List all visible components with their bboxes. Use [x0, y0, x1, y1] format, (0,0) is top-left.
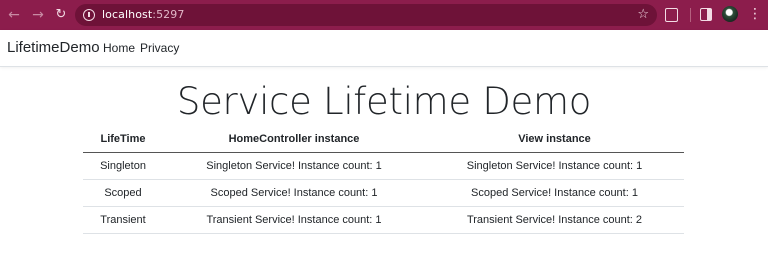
- url-host: localhost: [102, 8, 153, 21]
- side-panel-icon[interactable]: [700, 8, 712, 21]
- address-bar[interactable]: localhost:5297 ☆: [75, 4, 657, 26]
- view-instance-cell: Transient Service! Instance count: 2: [425, 206, 684, 234]
- table-row: Transient Transient Service! Instance co…: [83, 206, 684, 234]
- page-title: Service Lifetime Demo: [176, 80, 592, 123]
- table-header-row: LifeTime HomeController instance View in…: [83, 126, 684, 153]
- controller-instance-cell: Singleton Service! Instance count: 1: [163, 152, 425, 180]
- back-arrow-icon[interactable]: ←: [6, 7, 22, 23]
- bookmark-star-icon[interactable]: ☆: [637, 7, 649, 22]
- brand-link[interactable]: LifetimeDemo: [7, 39, 100, 56]
- url-port: :5297: [152, 8, 185, 21]
- column-header-controller-instance: HomeController instance: [163, 126, 425, 153]
- controller-instance-cell: Scoped Service! Instance count: 1: [163, 179, 425, 207]
- toolbar-divider: [690, 8, 691, 22]
- reload-icon[interactable]: ↻: [53, 7, 69, 23]
- view-instance-cell: Singleton Service! Instance count: 1: [425, 152, 684, 180]
- nav-home-link[interactable]: Home: [103, 41, 135, 55]
- lifetime-table: LifeTime HomeController instance View in…: [83, 126, 684, 234]
- forward-arrow-icon[interactable]: →: [30, 7, 46, 23]
- extensions-icon[interactable]: [665, 8, 678, 22]
- lifetime-cell: Scoped: [83, 179, 163, 207]
- table-row: Scoped Scoped Service! Instance count: 1…: [83, 179, 684, 207]
- column-header-lifetime: LifeTime: [83, 126, 163, 153]
- app-navbar: LifetimeDemo Home Privacy: [0, 30, 768, 67]
- column-header-view-instance: View instance: [425, 126, 684, 153]
- table-row: Singleton Singleton Service! Instance co…: [83, 152, 684, 180]
- site-info-icon[interactable]: [83, 9, 95, 21]
- controller-instance-cell: Transient Service! Instance count: 1: [163, 206, 425, 234]
- profile-avatar[interactable]: [722, 6, 738, 22]
- lifetime-cell: Transient: [83, 206, 163, 234]
- nav-privacy-link[interactable]: Privacy: [140, 41, 179, 55]
- browser-toolbar: ← → ↻ localhost:5297 ☆ ⋮: [0, 0, 768, 30]
- browser-menu-icon[interactable]: ⋮: [748, 6, 762, 22]
- address-url[interactable]: localhost:5297: [102, 8, 184, 21]
- lifetime-cell: Singleton: [83, 152, 163, 180]
- view-instance-cell: Scoped Service! Instance count: 1: [425, 179, 684, 207]
